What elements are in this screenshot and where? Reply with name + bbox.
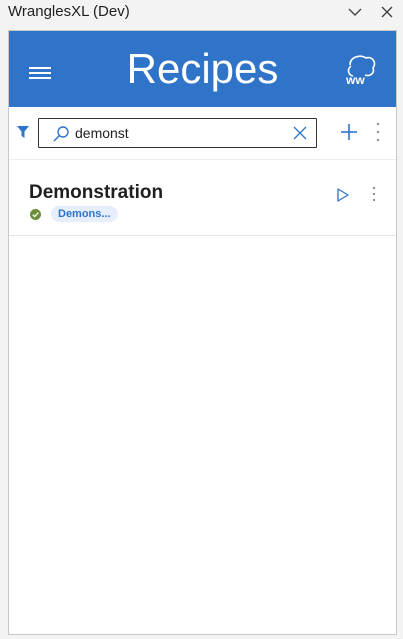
more-dot bbox=[373, 193, 375, 195]
close-button[interactable] bbox=[376, 2, 398, 22]
recipe-more-button[interactable] bbox=[371, 187, 377, 201]
run-recipe-button[interactable] bbox=[337, 188, 349, 202]
more-dot bbox=[373, 187, 375, 189]
chevron-down-icon bbox=[348, 8, 362, 16]
recipes-panel: Recipes ww demonst Demonstration Demons.… bbox=[8, 30, 397, 635]
task-pane-titlebar: WranglesXL (Dev) bbox=[0, 0, 403, 26]
search-input[interactable] bbox=[75, 121, 275, 145]
clear-search-icon[interactable] bbox=[293, 126, 307, 140]
filter-button[interactable] bbox=[15, 123, 31, 141]
recipe-name: Demonstration bbox=[29, 182, 164, 203]
more-dot bbox=[377, 123, 379, 125]
more-dot bbox=[377, 131, 379, 133]
list-item[interactable]: Demonstration Demons... bbox=[9, 159, 396, 236]
filter-icon bbox=[17, 126, 29, 138]
more-dot bbox=[377, 139, 379, 141]
close-icon bbox=[381, 6, 393, 18]
more-dot bbox=[373, 199, 375, 201]
status-check-icon bbox=[30, 209, 41, 220]
window-title: WranglesXL (Dev) bbox=[8, 3, 130, 20]
more-options-button[interactable] bbox=[373, 123, 383, 141]
collapse-button[interactable] bbox=[344, 2, 366, 22]
page-title: Recipes bbox=[126, 45, 279, 92]
search-toolbar bbox=[9, 107, 396, 160]
search-icon bbox=[53, 126, 69, 142]
recipe-tag[interactable]: Demons... bbox=[51, 206, 118, 222]
app-header: Recipes ww bbox=[9, 31, 396, 107]
search-box bbox=[38, 118, 317, 148]
add-recipe-button[interactable] bbox=[339, 122, 359, 142]
wrangles-logo-icon: ww bbox=[345, 55, 376, 87]
svg-text:ww: ww bbox=[345, 73, 365, 87]
